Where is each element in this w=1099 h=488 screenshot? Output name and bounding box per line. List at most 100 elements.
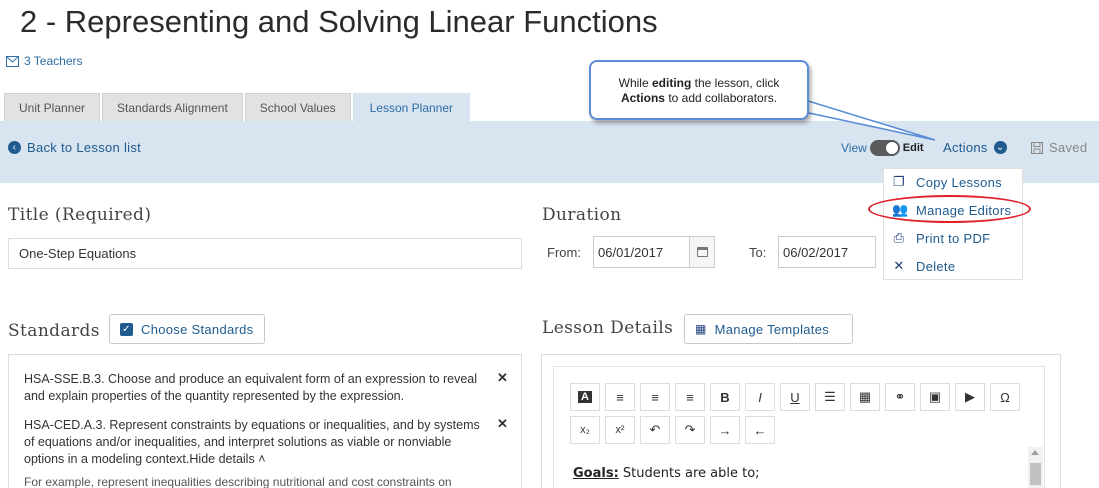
editor-content[interactable]: Goals: Students are able to; bbox=[573, 466, 760, 481]
redo-icon: ↷ bbox=[684, 422, 696, 437]
chevron-left-circle-icon: ‹ bbox=[8, 141, 21, 154]
insert-image-button[interactable]: ▣ bbox=[920, 383, 950, 411]
title-input[interactable]: One-Step Equations bbox=[8, 238, 522, 269]
callout-bold-text: editing bbox=[651, 76, 692, 90]
actions-button[interactable]: Actions ⌄ bbox=[943, 140, 1007, 155]
italic-icon: I bbox=[758, 389, 762, 405]
scroll-up-arrow-icon[interactable] bbox=[1031, 450, 1039, 455]
menu-item-label: Print to PDF bbox=[916, 230, 991, 246]
undo-icon: ↶ bbox=[649, 422, 661, 437]
save-icon bbox=[1031, 141, 1043, 154]
menu-item-print-to-pdf[interactable]: ⎙ Print to PDF bbox=[892, 230, 990, 246]
from-label: From: bbox=[547, 245, 581, 260]
to-label: To: bbox=[749, 245, 767, 260]
special-character-button[interactable]: Ω bbox=[990, 383, 1020, 411]
subscript-icon: x₂ bbox=[580, 424, 590, 436]
tab-unit-planner[interactable]: Unit Planner bbox=[4, 93, 101, 121]
align-center-icon: ≡ bbox=[651, 389, 659, 405]
callout-bold-text: Actions bbox=[620, 91, 665, 105]
bold-icon: B bbox=[720, 389, 730, 405]
view-label: View bbox=[841, 141, 867, 155]
callout-text: to add collaborators. bbox=[668, 91, 778, 105]
menu-item-manage-editors[interactable]: 👥 Manage Editors bbox=[892, 202, 1011, 218]
link-button[interactable]: ⚭ bbox=[885, 383, 915, 411]
chevron-down-circle-icon: ⌄ bbox=[993, 141, 1007, 154]
help-callout: While editing the lesson, click Actions … bbox=[589, 60, 809, 120]
arrow-right-icon: → bbox=[718, 422, 732, 438]
view-edit-toggle: View Edit bbox=[841, 140, 924, 156]
menu-item-delete[interactable]: ✕ Delete bbox=[892, 258, 955, 274]
title-label: Title (Required) bbox=[8, 205, 152, 225]
superscript-icon: x² bbox=[615, 424, 625, 436]
menu-item-label: Delete bbox=[916, 258, 956, 274]
to-date-input[interactable]: 06/02/2017 bbox=[778, 236, 876, 268]
choose-standards-label: Choose Standards bbox=[141, 321, 254, 337]
tab-standards-alignment[interactable]: Standards Alignment bbox=[102, 93, 243, 121]
page-title: 2 - Representing and Solving Linear Func… bbox=[20, 4, 658, 39]
back-to-lesson-list-link[interactable]: ‹ Back to Lesson list bbox=[8, 140, 141, 155]
align-left-icon: ≡ bbox=[616, 389, 624, 405]
manage-templates-label: Manage Templates bbox=[714, 321, 830, 337]
insert-video-button[interactable]: ▶ bbox=[955, 383, 985, 411]
text-color-icon: A bbox=[578, 391, 592, 403]
chevron-up-icon: ˄ bbox=[258, 452, 266, 466]
grid-icon: ▦ bbox=[695, 322, 707, 336]
manage-templates-button[interactable]: ▦ Manage Templates bbox=[684, 314, 853, 344]
arrow-left-icon: ← bbox=[753, 422, 767, 438]
remove-standard-icon[interactable]: ✕ bbox=[497, 370, 508, 386]
standard-detail-text: For example, represent inequalities desc… bbox=[24, 475, 452, 488]
text-color-button[interactable]: A bbox=[570, 383, 600, 411]
align-center-button[interactable]: ≡ bbox=[640, 383, 670, 411]
underline-icon: U bbox=[790, 389, 800, 405]
tab-school-values[interactable]: School Values bbox=[244, 93, 351, 121]
bullet-list-button[interactable]: ☰ bbox=[815, 383, 845, 411]
indent-button[interactable]: → bbox=[710, 416, 740, 444]
teachers-link-label: 3 Teachers bbox=[24, 54, 83, 68]
menu-item-label: Manage Editors bbox=[916, 202, 1012, 218]
actions-dropdown-menu: ❐ Copy Lessons 👥 Manage Editors ⎙ Print … bbox=[883, 168, 1023, 280]
saved-status: Saved bbox=[1031, 140, 1087, 155]
teachers-link[interactable]: 3 Teachers bbox=[6, 54, 82, 68]
print-icon: ⎙ bbox=[893, 230, 905, 245]
link-icon: ⚭ bbox=[894, 389, 906, 404]
undo-button[interactable]: ↶ bbox=[640, 416, 670, 444]
menu-item-copy-lessons[interactable]: ❐ Copy Lessons bbox=[892, 174, 1002, 190]
goals-heading: Goals: bbox=[573, 466, 619, 481]
remove-standard-icon[interactable]: ✕ bbox=[497, 416, 508, 432]
align-left-button[interactable]: ≡ bbox=[605, 383, 635, 411]
redo-button[interactable]: ↷ bbox=[675, 416, 705, 444]
underline-button[interactable]: U bbox=[780, 383, 810, 411]
superscript-button[interactable]: x² bbox=[605, 416, 635, 444]
bold-button[interactable]: B bbox=[710, 383, 740, 411]
tab-lesson-planner[interactable]: Lesson Planner bbox=[352, 93, 471, 121]
choose-standards-button[interactable]: ✓ Choose Standards bbox=[109, 314, 265, 344]
table-button[interactable]: ▦ bbox=[850, 383, 880, 411]
standard-item: HSA-SSE.B.3. Choose and produce an equiv… bbox=[24, 372, 478, 403]
subscript-button[interactable]: x₂ bbox=[570, 416, 600, 444]
italic-button[interactable]: I bbox=[745, 383, 775, 411]
video-icon: ▶ bbox=[965, 389, 975, 404]
from-calendar-button[interactable] bbox=[689, 236, 715, 268]
callout-text: While bbox=[618, 76, 649, 90]
callout-text: the lesson, click bbox=[694, 76, 780, 90]
users-icon: 👥 bbox=[892, 202, 909, 217]
bullet-list-icon: ☰ bbox=[824, 389, 836, 404]
from-date-input[interactable]: 06/01/2017 bbox=[593, 236, 690, 268]
menu-item-label: Copy Lessons bbox=[916, 174, 1002, 190]
table-icon: ▦ bbox=[858, 389, 872, 404]
standard-item: HSA-CED.A.3. Represent constraints by eq… bbox=[24, 417, 488, 468]
lesson-details-label: Lesson Details bbox=[542, 318, 674, 338]
align-right-button[interactable]: ≡ bbox=[675, 383, 705, 411]
saved-status-label: Saved bbox=[1049, 140, 1088, 155]
view-edit-switch[interactable] bbox=[869, 140, 900, 156]
duration-label: Duration bbox=[542, 205, 622, 225]
edit-label: Edit bbox=[902, 142, 924, 154]
tab-bar: Unit Planner Standards Alignment School … bbox=[4, 93, 472, 121]
checkbox-icon: ✓ bbox=[120, 322, 133, 336]
image-icon: ▣ bbox=[928, 389, 942, 404]
align-right-icon: ≡ bbox=[686, 389, 694, 405]
standards-label: Standards bbox=[8, 321, 100, 341]
scrollbar-thumb[interactable] bbox=[1030, 463, 1041, 485]
hide-details-link[interactable]: Hide details ˄ bbox=[189, 452, 265, 466]
outdent-button[interactable]: ← bbox=[745, 416, 775, 444]
